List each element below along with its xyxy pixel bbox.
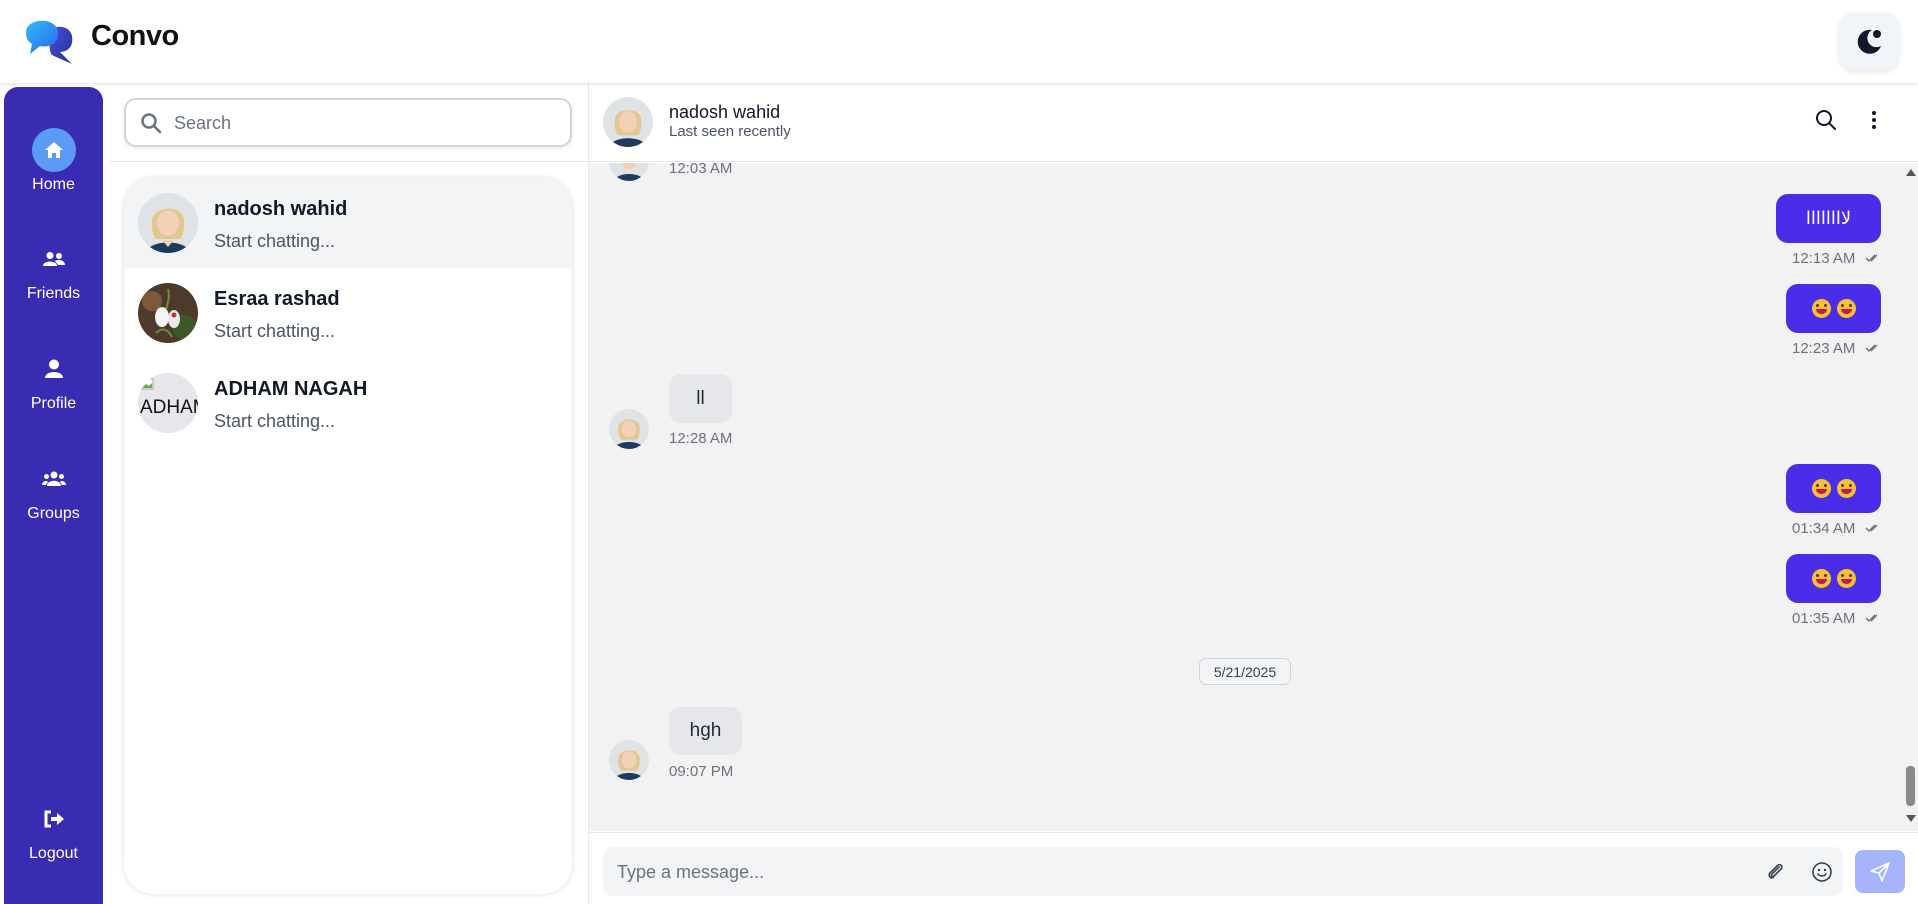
moon-icon: [1857, 29, 1881, 54]
sidebar-item-profile[interactable]: Profile: [4, 347, 103, 413]
avatar-alt-text: ADHAM NAGAH: [140, 397, 198, 418]
message-time: 01:35 AM: [1792, 610, 1856, 627]
laughing-emoji-icon: [1836, 299, 1856, 318]
scroll-up-arrow-icon[interactable]: [1906, 169, 1916, 176]
conversation-header: nadosh wahid Last seen recently: [589, 83, 1918, 162]
user-icon: [32, 347, 76, 391]
message-composer: [589, 832, 1918, 904]
sidebar-item-groups[interactable]: Groups: [4, 457, 103, 523]
friends-icon: [32, 237, 76, 281]
emoji-icon[interactable]: [1811, 861, 1833, 883]
chat-item-nadosh-wahid[interactable]: nadosh wahid Start chatting...: [124, 178, 572, 268]
sidebar-nav: Home Friends Profile Groups Logout: [4, 87, 103, 904]
logout-icon: [32, 797, 76, 841]
sidebar-item-label: Groups: [27, 505, 80, 522]
search-input[interactable]: [174, 110, 554, 136]
send-icon: [1870, 861, 1890, 882]
chat-item-adham-nagah[interactable]: ADHAM NAGAH ADHAM NAGAH Start chatting..…: [124, 358, 572, 448]
send-button[interactable]: [1855, 850, 1905, 893]
search-box: [124, 98, 572, 147]
message-time: 12:23 AM: [1792, 340, 1856, 357]
double-check-icon: [1865, 254, 1878, 262]
laughing-emoji-icon: [1836, 479, 1856, 498]
app-name: Convo: [91, 20, 179, 52]
chat-item-esraa-rashad[interactable]: Esraa rashad Start chatting...: [124, 268, 572, 358]
sidebar-item-label: Profile: [30, 395, 77, 412]
double-check-icon: [1865, 524, 1878, 532]
avatar: ADHAM NAGAH: [138, 373, 198, 433]
avatar: [609, 409, 649, 449]
chat-list-panel: nadosh wahid Start chatting... Esraa ras…: [110, 83, 588, 904]
chat-name: ADHAM NAGAH: [214, 378, 368, 400]
message-time: 12:28 AM: [669, 430, 733, 447]
logout-label: Logout: [29, 845, 78, 862]
chat-name: nadosh wahid: [214, 198, 348, 220]
message-bubble[interactable]: hgh: [669, 707, 742, 755]
scrollbar[interactable]: [1903, 163, 1918, 831]
message-time: 12:03 AM: [669, 163, 733, 177]
chat-preview: Start chatting...: [214, 231, 336, 251]
message-time: 01:34 AM: [1792, 520, 1856, 537]
laughing-emoji-icon: [1811, 299, 1831, 318]
message-time: 12:13 AM: [1792, 250, 1856, 267]
groups-icon: [32, 457, 76, 501]
contact-status: Last seen recently: [669, 123, 791, 140]
theme-toggle-button[interactable]: [1839, 12, 1899, 70]
scrollbar-thumb[interactable]: [1906, 766, 1915, 806]
date-separator: 5/21/2025: [1199, 658, 1291, 685]
message-input[interactable]: [617, 859, 1717, 885]
more-options-icon[interactable]: [1871, 109, 1877, 131]
logout-button[interactable]: Logout: [4, 797, 103, 863]
message-time: 09:07 PM: [669, 763, 734, 780]
search-icon: [141, 113, 162, 134]
contact-name: nadosh wahid: [669, 102, 781, 122]
laughing-emoji-icon: [1836, 569, 1856, 588]
chat-preview: Start chatting...: [214, 321, 336, 341]
message-bubble[interactable]: ll: [669, 374, 732, 423]
chat-name: Esraa rashad: [214, 288, 340, 310]
laughing-emoji-icon: [1811, 479, 1831, 498]
chat-list: nadosh wahid Start chatting... Esraa ras…: [124, 178, 572, 894]
paperclip-icon[interactable]: [1764, 861, 1786, 883]
home-icon: [31, 128, 76, 172]
avatar: [138, 283, 198, 343]
sidebar-item-label: Friends: [26, 285, 81, 302]
sidebar-item-friends[interactable]: Friends: [4, 237, 103, 303]
scroll-down-arrow-icon[interactable]: [1906, 815, 1916, 822]
message-input-box: [603, 847, 1843, 896]
message-bubble[interactable]: [1786, 464, 1881, 513]
message-bubble[interactable]: [1786, 284, 1881, 333]
avatar: [138, 193, 198, 253]
laughing-emoji-icon: [1811, 569, 1831, 588]
double-check-icon: [1865, 614, 1878, 622]
message-bubble[interactable]: لاااااااا: [1776, 194, 1881, 243]
message-area: 12:03 AM لاااااااا 12:13 AM 12:23 AM ll …: [589, 163, 1918, 831]
top-bar: Convo: [0, 0, 1918, 83]
avatar: [609, 740, 649, 780]
avatar: [609, 163, 649, 181]
sidebar-item-label: Home: [32, 176, 75, 193]
chat-preview: Start chatting...: [214, 411, 336, 431]
message-bubble[interactable]: [1786, 554, 1881, 603]
sidebar-item-home[interactable]: Home: [4, 128, 103, 194]
search-icon[interactable]: [1815, 109, 1837, 131]
avatar[interactable]: [603, 97, 653, 147]
double-check-icon: [1865, 344, 1878, 352]
divider: [110, 161, 588, 162]
logo-icon: [26, 20, 73, 64]
